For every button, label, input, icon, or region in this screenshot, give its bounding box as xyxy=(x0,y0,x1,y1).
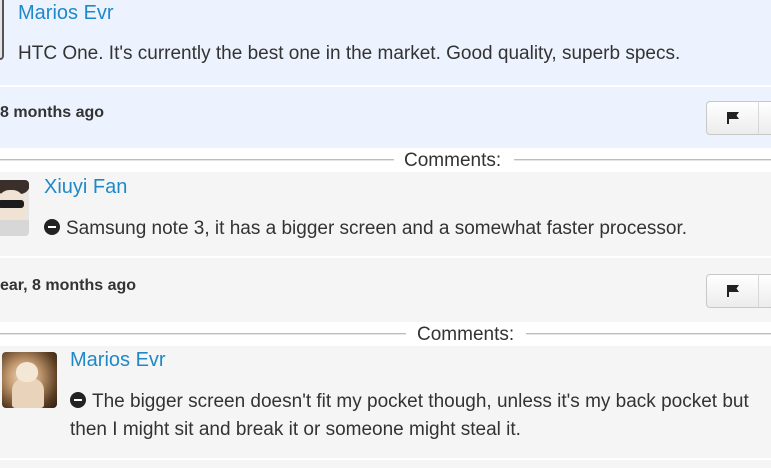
comment-avatar[interactable] xyxy=(0,180,29,236)
comment-flag-button[interactable] xyxy=(706,274,759,308)
comments-label: Comments: xyxy=(417,324,515,345)
separator-line xyxy=(514,159,771,161)
answer-avatar[interactable] xyxy=(0,0,4,60)
comment-body: Samsung note 3, it has a bigger screen a… xyxy=(66,218,688,239)
answer-author-link[interactable]: Marios Evr xyxy=(18,2,114,25)
minus-circle-icon[interactable] xyxy=(44,219,60,235)
comment-author-link[interactable]: Marios Evr xyxy=(70,349,166,372)
comments-label: Comments: xyxy=(404,150,502,171)
comment-footer xyxy=(0,460,771,468)
comment-body-line: then I might sit and break it or someone… xyxy=(70,419,521,440)
answer-block: Marios Evr HTC One. It's currently the b… xyxy=(0,0,771,148)
answer-divider xyxy=(0,85,771,87)
comments-separator: Comments: xyxy=(0,324,771,345)
discussion-thread: Marios Evr HTC One. It's currently the b… xyxy=(0,0,771,468)
answer-text: HTC One. It's currently the best one in … xyxy=(18,43,681,64)
flag-icon xyxy=(727,112,739,124)
comment-avatar[interactable] xyxy=(2,352,57,408)
answer-flag-dropdown[interactable] xyxy=(758,101,771,135)
answer-flag-button[interactable] xyxy=(706,101,759,135)
comment-text: The bigger screen doesn't fit my pocket … xyxy=(70,388,770,444)
separator-line xyxy=(0,159,394,161)
flag-icon xyxy=(727,285,739,297)
separator-line xyxy=(0,333,406,335)
minus-circle-icon[interactable] xyxy=(70,392,86,408)
separator-line xyxy=(526,333,771,335)
comment-timestamp: ear, 8 months ago xyxy=(0,277,137,294)
comment-body-line: The bigger screen doesn't fit my pocket … xyxy=(92,391,749,412)
answer-timestamp: 8 months ago xyxy=(0,104,105,121)
comment-author-link[interactable]: Xiuyi Fan xyxy=(44,176,127,199)
comment-text: Samsung note 3, it has a bigger screen a… xyxy=(44,215,687,243)
comment-flag-dropdown[interactable] xyxy=(758,274,771,308)
comments-separator: Comments: xyxy=(0,150,771,171)
